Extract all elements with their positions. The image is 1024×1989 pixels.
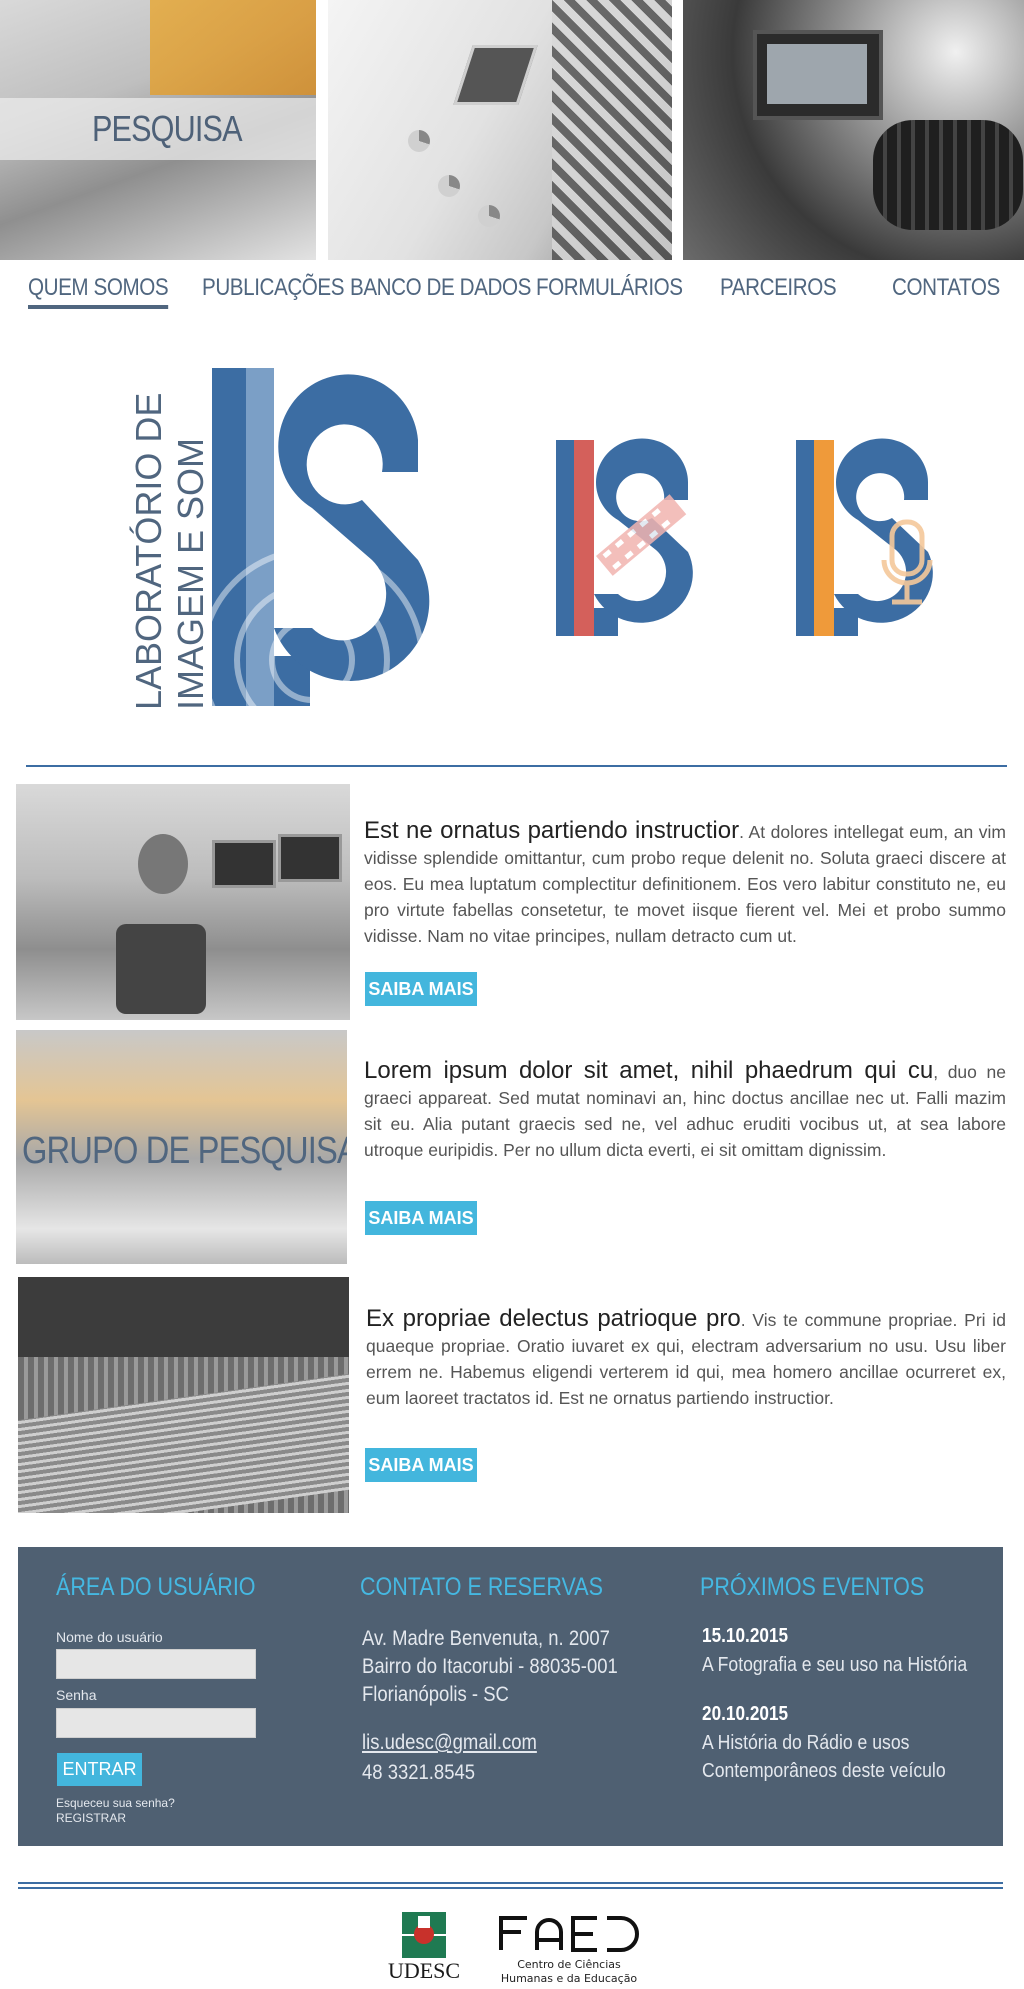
- brand-line-1: LABORATÓRIO DE: [128, 392, 169, 710]
- chair-illustration: [116, 924, 206, 1014]
- event-title[interactable]: A História do Rádio e usos: [702, 1729, 909, 1757]
- pie-chart-illustration: [438, 175, 460, 197]
- faed-subtitle: Centro de Ciências Humanas e da Educação: [489, 1958, 649, 1986]
- hero-banner: PESQUISA: [0, 0, 1024, 260]
- content-image-computer-lab[interactable]: [16, 784, 350, 1020]
- lis-logo-main: [212, 368, 430, 710]
- hero-image-research[interactable]: PESQUISA: [0, 0, 316, 260]
- pie-chart-illustration: [478, 205, 500, 227]
- faed-logo[interactable]: Centro de Ciências Humanas e da Educação: [489, 1912, 649, 1988]
- nav-item-formularios[interactable]: FORMULÁRIOS: [536, 274, 683, 302]
- content-image-mixing-console[interactable]: [18, 1277, 349, 1513]
- lis-logo-film: [556, 438, 693, 636]
- udesc-logo[interactable]: UDESC: [380, 1912, 468, 1984]
- content-text: Ex propriae delectus patrioque pro. Vis …: [366, 1306, 1006, 1411]
- forgot-password-link[interactable]: Esqueceu sua senha?: [56, 1796, 175, 1810]
- username-input[interactable]: [56, 1649, 256, 1679]
- footer-panel: ÁREA DO USUÁRIO Nome do usuário Senha EN…: [18, 1547, 1003, 1846]
- content-text: Lorem ipsum dolor sit amet, nihil phaedr…: [364, 1058, 1006, 1163]
- register-link[interactable]: REGISTRAR: [56, 1811, 126, 1825]
- nav-item-publicacoes[interactable]: PUBLICAÇÕES: [202, 274, 345, 302]
- udesc-wordmark: UDESC: [387, 1958, 461, 1983]
- pie-chart-illustration: [408, 130, 430, 152]
- laptop-illustration: [453, 45, 538, 105]
- studio-wall-illustration: [18, 1277, 349, 1357]
- faed-subtitle-line-1: Centro de Ciências: [517, 1958, 621, 1971]
- event-title[interactable]: A Fotografia e seu uso na História: [702, 1651, 967, 1679]
- content-text: Est ne ornatus partiendo instructior. At…: [364, 818, 1006, 949]
- content-lead: Lorem ipsum dolor sit amet, nihil phaedr…: [364, 1057, 934, 1084]
- hero-image-camera[interactable]: [683, 0, 1024, 260]
- content-lead: Est ne ornatus partiendo instructior: [364, 817, 740, 844]
- nav-item-parceiros[interactable]: PARCEIROS: [720, 274, 837, 302]
- saiba-mais-button[interactable]: SAIBA MAIS: [365, 972, 477, 1006]
- footer-divider: [18, 1882, 1003, 1884]
- camera-illustration: [753, 30, 883, 120]
- section-divider: [26, 765, 1007, 767]
- contact-title: CONTATO E RESERVAS: [360, 1573, 603, 1601]
- camera-lens-illustration: [873, 120, 1023, 230]
- nav-item-contatos[interactable]: CONTATOS: [892, 274, 1000, 302]
- person-illustration: [552, 0, 672, 260]
- event-date: 15.10.2015: [702, 1625, 789, 1647]
- udesc-emblem-icon: [402, 1912, 446, 1958]
- hero-image-detail: [150, 0, 316, 95]
- contact-email-link[interactable]: lis.udesc@gmail.com: [362, 1729, 537, 1757]
- content-image-caption: GRUPO DE PESQUISA: [22, 1130, 347, 1172]
- event-date: 20.10.2015: [702, 1703, 789, 1725]
- username-label: Nome do usuário: [56, 1629, 163, 1645]
- hero-image-analysis[interactable]: [328, 0, 672, 260]
- footer-divider: [18, 1887, 1003, 1889]
- faed-subtitle-line-2: Humanas e da Educação: [500, 1972, 638, 1985]
- nav-item-banco-de-dados[interactable]: BANCO DE DADOS: [350, 274, 531, 302]
- events-title: PRÓXIMOS EVENTOS: [700, 1573, 925, 1601]
- nav-item-quem-somos[interactable]: QUEM SOMOS: [28, 274, 169, 309]
- address-line-2: Bairro do Itacorubi - 88035-001: [362, 1655, 618, 1678]
- content-lead: Ex propriae delectus patrioque pro: [366, 1305, 741, 1332]
- password-label: Senha: [56, 1687, 97, 1703]
- lis-logo-microphone: [796, 438, 933, 636]
- person-illustration: [138, 834, 188, 894]
- main-navigation: QUEM SOMOS PUBLICAÇÕES BANCO DE DADOS FO…: [0, 268, 1024, 312]
- mixing-desk-illustration: [18, 1373, 349, 1513]
- saiba-mais-button[interactable]: SAIBA MAIS: [365, 1201, 477, 1235]
- hero-caption: PESQUISA: [92, 108, 243, 149]
- content-image-research-group[interactable]: GRUPO DE PESQUISA: [16, 1030, 347, 1264]
- user-area-title: ÁREA DO USUÁRIO: [56, 1573, 256, 1601]
- contact-phone: 48 3321.8545: [362, 1761, 476, 1784]
- event-title-continued[interactable]: Contemporâneos deste veículo: [702, 1757, 946, 1785]
- address-line-1: Av. Madre Benvenuta, n. 2007: [362, 1627, 610, 1650]
- monitor-illustration: [212, 840, 276, 888]
- faed-wordmark-icon: [499, 1916, 639, 1952]
- login-button[interactable]: ENTRAR: [57, 1753, 142, 1786]
- brand-wordmark: LABORATÓRIO DE IMAGEM E SOM: [128, 370, 218, 720]
- monitor-illustration: [278, 834, 342, 882]
- saiba-mais-button[interactable]: SAIBA MAIS: [365, 1448, 477, 1482]
- password-input[interactable]: [56, 1708, 256, 1738]
- brand-line-2: IMAGEM E SOM: [170, 437, 211, 710]
- address-line-3: Florianópolis - SC: [362, 1683, 509, 1706]
